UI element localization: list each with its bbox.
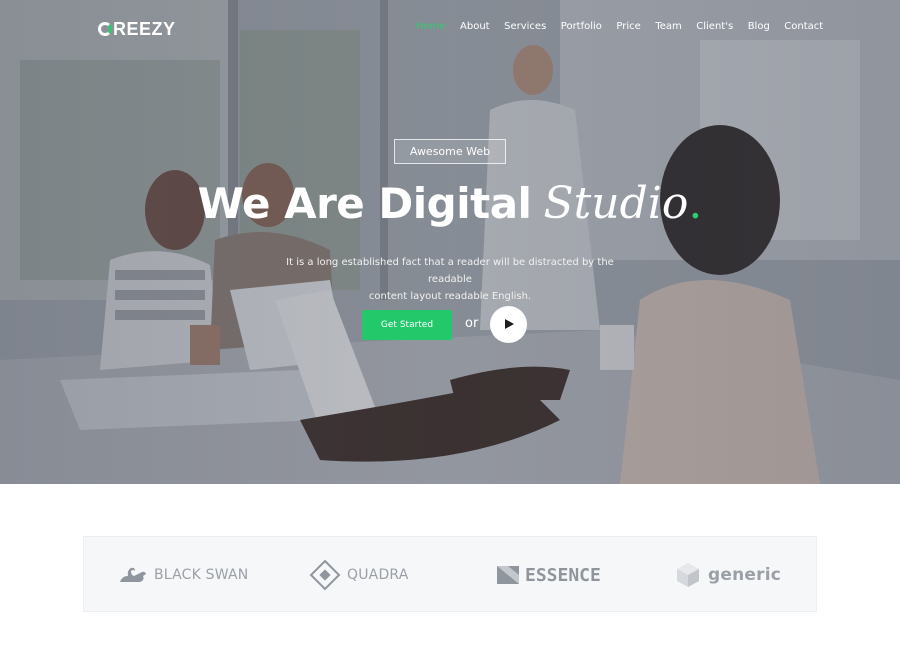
nav-item-clients[interactable]: Client's <box>696 21 733 32</box>
brand-name: REEZY <box>113 18 176 39</box>
nav-item-price[interactable]: Price <box>616 21 640 32</box>
headline-dot: . <box>688 178 703 229</box>
or-label: or <box>465 316 479 331</box>
client-logo-essence[interactable]: ESSENCE <box>497 537 601 613</box>
essence-flag-icon <box>497 566 519 584</box>
get-started-button[interactable]: Get Started <box>362 310 452 340</box>
swan-icon <box>120 567 146 582</box>
nav-item-services[interactable]: Services <box>504 21 546 32</box>
hero-badge: Awesome Web <box>394 139 506 164</box>
nav-item-about[interactable]: About <box>460 21 490 32</box>
headline-script: Studio <box>543 178 689 229</box>
nav-item-home[interactable]: Home <box>416 21 446 32</box>
hero-subtitle-line2: content layout readable English. <box>368 291 532 302</box>
headline-main: We Are Digital <box>197 179 532 228</box>
nav-item-contact[interactable]: Contact <box>784 21 823 32</box>
brand-logo[interactable]: REEZY <box>98 18 176 40</box>
play-video-button[interactable] <box>490 306 527 343</box>
client-logos-strip: BLACK SWAN QUADRA ESSENCE generic <box>83 536 817 612</box>
cube-icon <box>677 563 699 587</box>
client-logo-black-swan[interactable]: BLACK SWAN <box>118 537 248 613</box>
diamond-icon <box>309 559 341 591</box>
nav-item-team[interactable]: Team <box>655 21 681 32</box>
hero-subtitle-line1: It is a long established fact that a rea… <box>286 257 614 285</box>
main-nav: Home About Services Portfolio Price Team… <box>416 21 838 32</box>
client-logo-generic[interactable]: generic <box>676 537 781 613</box>
nav-item-portfolio[interactable]: Portfolio <box>561 21 602 32</box>
client-name: generic <box>708 565 782 585</box>
hero-overlay <box>0 0 900 484</box>
hero-section: REEZY Home About Services Portfolio Pric… <box>0 0 900 484</box>
play-icon <box>505 319 514 329</box>
client-logo-quadra[interactable]: QUADRA <box>309 537 409 613</box>
logo-c-icon <box>98 22 112 36</box>
hero-headline: We Are Digital Studio. <box>0 178 900 229</box>
hero-subtitle: It is a long established fact that a rea… <box>270 254 630 305</box>
nav-item-blog[interactable]: Blog <box>748 21 770 32</box>
client-name: ESSENCE <box>525 564 601 586</box>
client-name: BLACK SWAN <box>154 567 249 583</box>
client-name: QUADRA <box>347 567 409 583</box>
